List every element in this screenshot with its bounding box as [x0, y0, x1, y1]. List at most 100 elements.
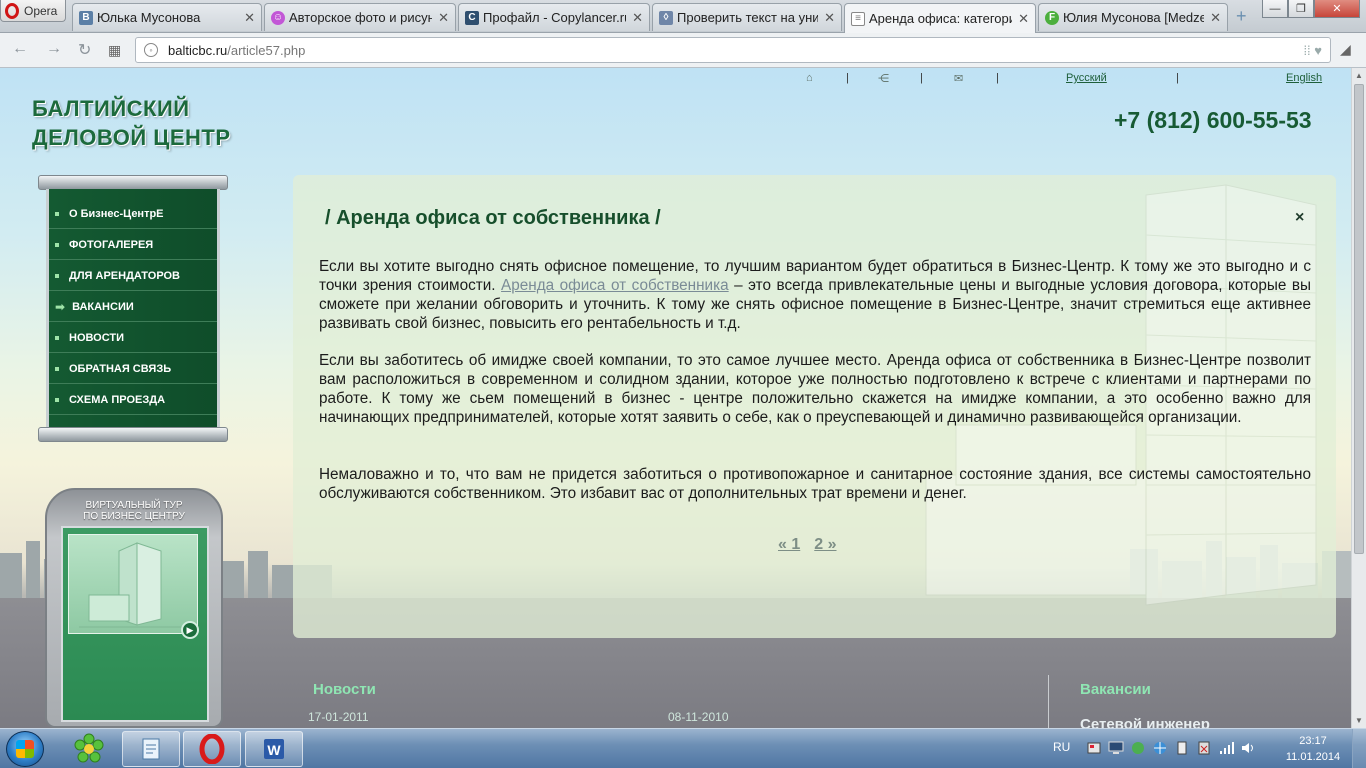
- pager-next-link[interactable]: 2 »: [814, 536, 836, 553]
- network-icon[interactable]: [1130, 741, 1146, 755]
- tab-title: Профайл - Copylancer.ru: [483, 10, 627, 25]
- speed-dial-icon[interactable]: ▦: [108, 42, 121, 59]
- main-menu: О Бизнес-ЦентрЕ ФОТОГАЛЕРЕЯ ДЛЯ АРЕНДАТО…: [38, 175, 228, 443]
- menu-item-vacancies[interactable]: ➡ ВАКАНСИИ: [49, 292, 217, 322]
- scroll-up-icon[interactable]: ▲: [1355, 71, 1363, 80]
- menu-item-label: ОБРАТНАЯ СВЯЗЬ: [69, 362, 172, 375]
- sitemap-icon[interactable]: ⋲: [878, 72, 889, 85]
- globe-status-icon[interactable]: [1152, 741, 1168, 755]
- pager-prev-link[interactable]: « 1: [778, 536, 800, 553]
- page-viewport: ⌂ | ⋲ | ✉ | Русский | English БАЛТИЙСКИЙ…: [0, 68, 1351, 728]
- url-host: balticbc.ru: [168, 42, 228, 58]
- menu-item-news[interactable]: НОВОСТИ: [49, 323, 217, 353]
- menu-item-about[interactable]: О Бизнес-ЦентрЕ: [49, 199, 217, 229]
- url-path: /article57.php: [227, 42, 306, 58]
- tab-title: Авторское фото и рисунк: [289, 10, 433, 25]
- page-scrollbar[interactable]: ▲ ▼: [1351, 68, 1366, 728]
- news-date: 17-01-2011: [308, 710, 369, 724]
- monitor-icon[interactable]: [1108, 741, 1124, 755]
- smiley-icon: ☺: [271, 10, 285, 25]
- tab-title: Аренда офиса: категори: [869, 11, 1013, 26]
- taskbar-opera[interactable]: [183, 731, 241, 767]
- menu-item-label: СХЕМА ПРОЕЗДА: [69, 393, 166, 406]
- menu-item-tenants[interactable]: ДЛЯ АРЕНДАТОРОВ: [49, 261, 217, 291]
- browser-tab-active[interactable]: ≡ Аренда офиса: категори ✕: [844, 3, 1036, 33]
- top-links-bar: ⌂ | ⋲ | ✉ | Русский | English: [798, 72, 1328, 88]
- play-icon[interactable]: ▶: [181, 621, 199, 639]
- lang-en-link[interactable]: English: [1286, 72, 1322, 84]
- scroll-down-icon[interactable]: ▼: [1355, 716, 1363, 725]
- logo-line-1: БАЛТИЙСКИЙ: [32, 96, 190, 121]
- new-tab-icon[interactable]: +: [1236, 6, 1247, 27]
- language-indicator[interactable]: RU: [1053, 740, 1070, 754]
- tab-close-icon[interactable]: ✕: [438, 10, 449, 26]
- vacancies-heading[interactable]: Вакансии: [1080, 681, 1151, 698]
- scroll-thumb[interactable]: [1354, 84, 1364, 554]
- menu-item-gallery[interactable]: ФОТОГАЛЕРЕЯ: [49, 230, 217, 260]
- divider: |: [996, 72, 999, 84]
- bullet-icon: [55, 397, 59, 402]
- browser-tab[interactable]: ☺ Авторское фото и рисунк ✕: [264, 3, 456, 31]
- mail-icon[interactable]: ✉: [954, 72, 963, 85]
- browser-tab[interactable]: ◊ Проверить текст на уник ✕: [652, 3, 842, 31]
- maximize-icon[interactable]: ❐: [1288, 0, 1314, 18]
- site-logo[interactable]: БАЛТИЙСКИЙ ДЕЛОВОЙ ЦЕНТР: [32, 94, 231, 152]
- extensions-icon[interactable]: ◢: [1340, 41, 1351, 58]
- tour-preview-image[interactable]: ▶: [68, 534, 199, 639]
- windows-taskbar: W RU 23:17 11.01.2014: [0, 728, 1366, 768]
- device-icon[interactable]: [1174, 741, 1190, 755]
- menu-item-directions[interactable]: СХЕМА ПРОЕЗДА: [49, 385, 217, 415]
- flag-icon[interactable]: [1086, 741, 1102, 755]
- tour-title-line-1: ВИРТУАЛЬНЫЙ ТУР: [85, 500, 183, 511]
- action-center-icon[interactable]: [1196, 741, 1212, 755]
- logo-line-2: ДЕЛОВОЙ ЦЕНТР: [32, 125, 231, 150]
- globe-icon: ◦: [144, 43, 158, 57]
- tour-title: ВИРТУАЛЬНЫЙ ТУР ПО БИЗНЕС ЦЕНТРУ: [47, 500, 221, 522]
- svg-text:W: W: [267, 742, 281, 758]
- tour-title-line-2: ПО БИЗНЕС ЦЕНТРУ: [83, 511, 185, 522]
- article-title: / Аренда офиса от собственника /: [325, 207, 661, 229]
- tab-close-icon[interactable]: ✕: [824, 10, 835, 26]
- taskbar-icq[interactable]: [60, 731, 118, 767]
- article-inline-link[interactable]: Аренда офиса от собственника: [501, 277, 729, 294]
- tab-close-icon[interactable]: ✕: [244, 10, 255, 26]
- forward-icon[interactable]: →: [46, 40, 62, 58]
- lang-ru-link[interactable]: Русский: [1066, 72, 1107, 84]
- tab-close-icon[interactable]: ✕: [1210, 10, 1221, 26]
- signal-bars-icon[interactable]: [1218, 741, 1234, 755]
- bookmark-heart-icon[interactable]: ⁞⁞ ♥: [1303, 43, 1322, 58]
- opera-menu-button[interactable]: Opera: [0, 0, 66, 22]
- opera-menu-label: Opera: [24, 3, 58, 18]
- window-close-icon[interactable]: ✕: [1314, 0, 1360, 18]
- tab-close-icon[interactable]: ✕: [632, 10, 643, 26]
- taskbar-word[interactable]: W: [245, 731, 303, 767]
- browser-tab[interactable]: C Профайл - Copylancer.ru ✕: [458, 3, 650, 31]
- browser-tab[interactable]: F Юлия Мусонова [Medzer ✕: [1038, 3, 1228, 31]
- vacancy-link[interactable]: Сетевой инженер: [1080, 716, 1210, 728]
- minimize-icon[interactable]: —: [1262, 0, 1288, 18]
- menu-item-feedback[interactable]: ОБРАТНАЯ СВЯЗЬ: [49, 354, 217, 384]
- menu-item-label: ФОТОГАЛЕРЕЯ: [69, 238, 154, 251]
- start-button[interactable]: [6, 731, 44, 767]
- shield-icon: ◊: [659, 10, 673, 25]
- news-heading[interactable]: Новости: [313, 681, 376, 698]
- back-icon[interactable]: ←: [12, 40, 28, 58]
- browser-tab[interactable]: B Юлька Мусонова ✕: [72, 3, 262, 31]
- virtual-tour-widget[interactable]: ВИРТУАЛЬНЫЙ ТУР ПО БИЗНЕС ЦЕНТРУ ▶: [45, 488, 223, 728]
- divider: |: [1176, 72, 1179, 84]
- url-field[interactable]: ◦ balticbc.ru/article57.php ⁞⁞ ♥: [135, 37, 1331, 63]
- tab-close-icon[interactable]: ✕: [1018, 11, 1029, 27]
- article-paragraph-3: Немаловажно и то, что вам не придется за…: [319, 466, 1311, 502]
- show-desktop-button[interactable]: [1352, 729, 1366, 768]
- vk-icon: B: [79, 10, 93, 25]
- reload-icon[interactable]: ↻: [78, 40, 91, 60]
- word-icon: W: [264, 739, 284, 759]
- taskbar-notepad[interactable]: [122, 731, 180, 767]
- menu-item-label: О Бизнес-ЦентрЕ: [69, 207, 164, 220]
- home-icon[interactable]: ⌂: [806, 72, 813, 84]
- window-controls: — ❐ ✕: [1262, 0, 1360, 19]
- system-clock[interactable]: 23:17 11.01.2014: [1284, 733, 1342, 765]
- volume-icon[interactable]: [1240, 741, 1256, 755]
- close-icon[interactable]: ×: [1295, 209, 1304, 227]
- icq-flower-icon: [74, 733, 104, 763]
